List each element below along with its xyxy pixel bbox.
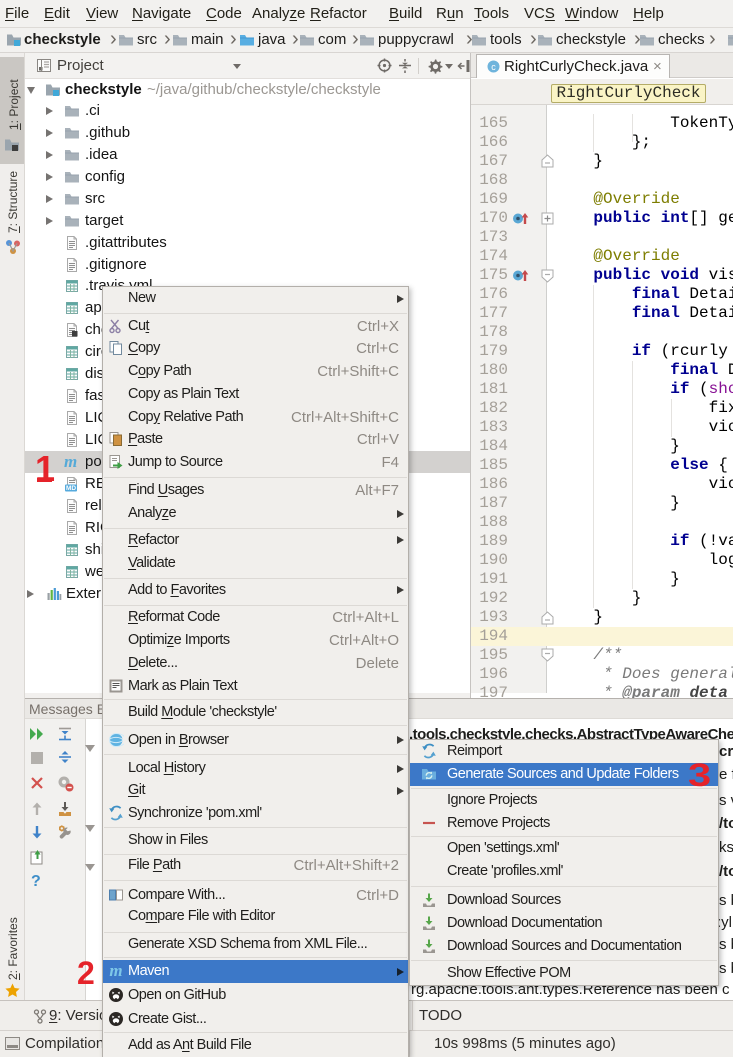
svg-text:c: c: [491, 62, 496, 72]
svg-text:MD: MD: [66, 485, 76, 492]
